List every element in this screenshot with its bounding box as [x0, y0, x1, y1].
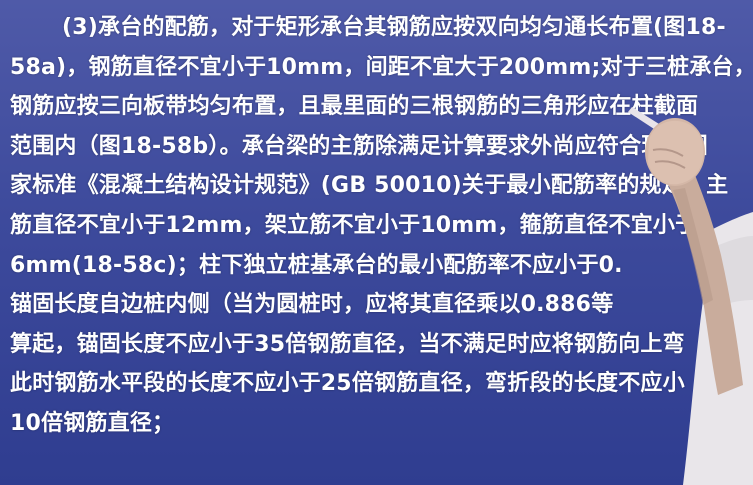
text-line: 范围内（图18-58b）。承台梁的主筋除满足计算要求外尚应符合现行国 [10, 133, 708, 159]
text-line: 10倍钢筋直径； [10, 410, 175, 436]
text-line: 钢筋应按三向板带均匀布置，且最里面的三根钢筋的三角形应在柱截面 [10, 94, 699, 120]
text-line: 此时钢筋水平段的长度不应小于25倍钢筋直径，弯折段的长度不应小 [10, 371, 685, 397]
text-line: (3)承台的配筋，对于矩形承台其钢筋应按双向均匀通长布置(图18- [62, 15, 726, 40]
text-line: 58a)，钢筋直径不宜小于10mm，间距不宜大于200mm;对于三桩承台， [10, 54, 753, 80]
text-line: 家标准《混凝土结构设计规范》(GB 50010)关于最小配筋率的规定，主 [10, 173, 729, 199]
lecture-slide: (3)承台的配筋，对于矩形承台其钢筋应按双向均匀通长布置(图18- 58a)，钢… [0, 0, 753, 485]
text-line: 锚固长度自边桩内侧（当为圆桩时，应将其直径乘以0.886等 [10, 292, 614, 318]
slide-text-block: (3)承台的配筋，对于矩形承台其钢筋应按双向均匀通长布置(图18- 58a)，钢… [10, 8, 753, 444]
text-line: 6mm(18-58c)；柱下独立桩基承台的最小配筋率不应小于0. [10, 252, 623, 278]
text-line: 算起，锚固长度不应小于35倍钢筋直径，当不满足时应将钢筋向上弯 [10, 331, 685, 357]
text-line: 筋直径不宜小于12mm，架立筋不宜小于10mm，箍筋直径不宜小于 [10, 212, 698, 238]
